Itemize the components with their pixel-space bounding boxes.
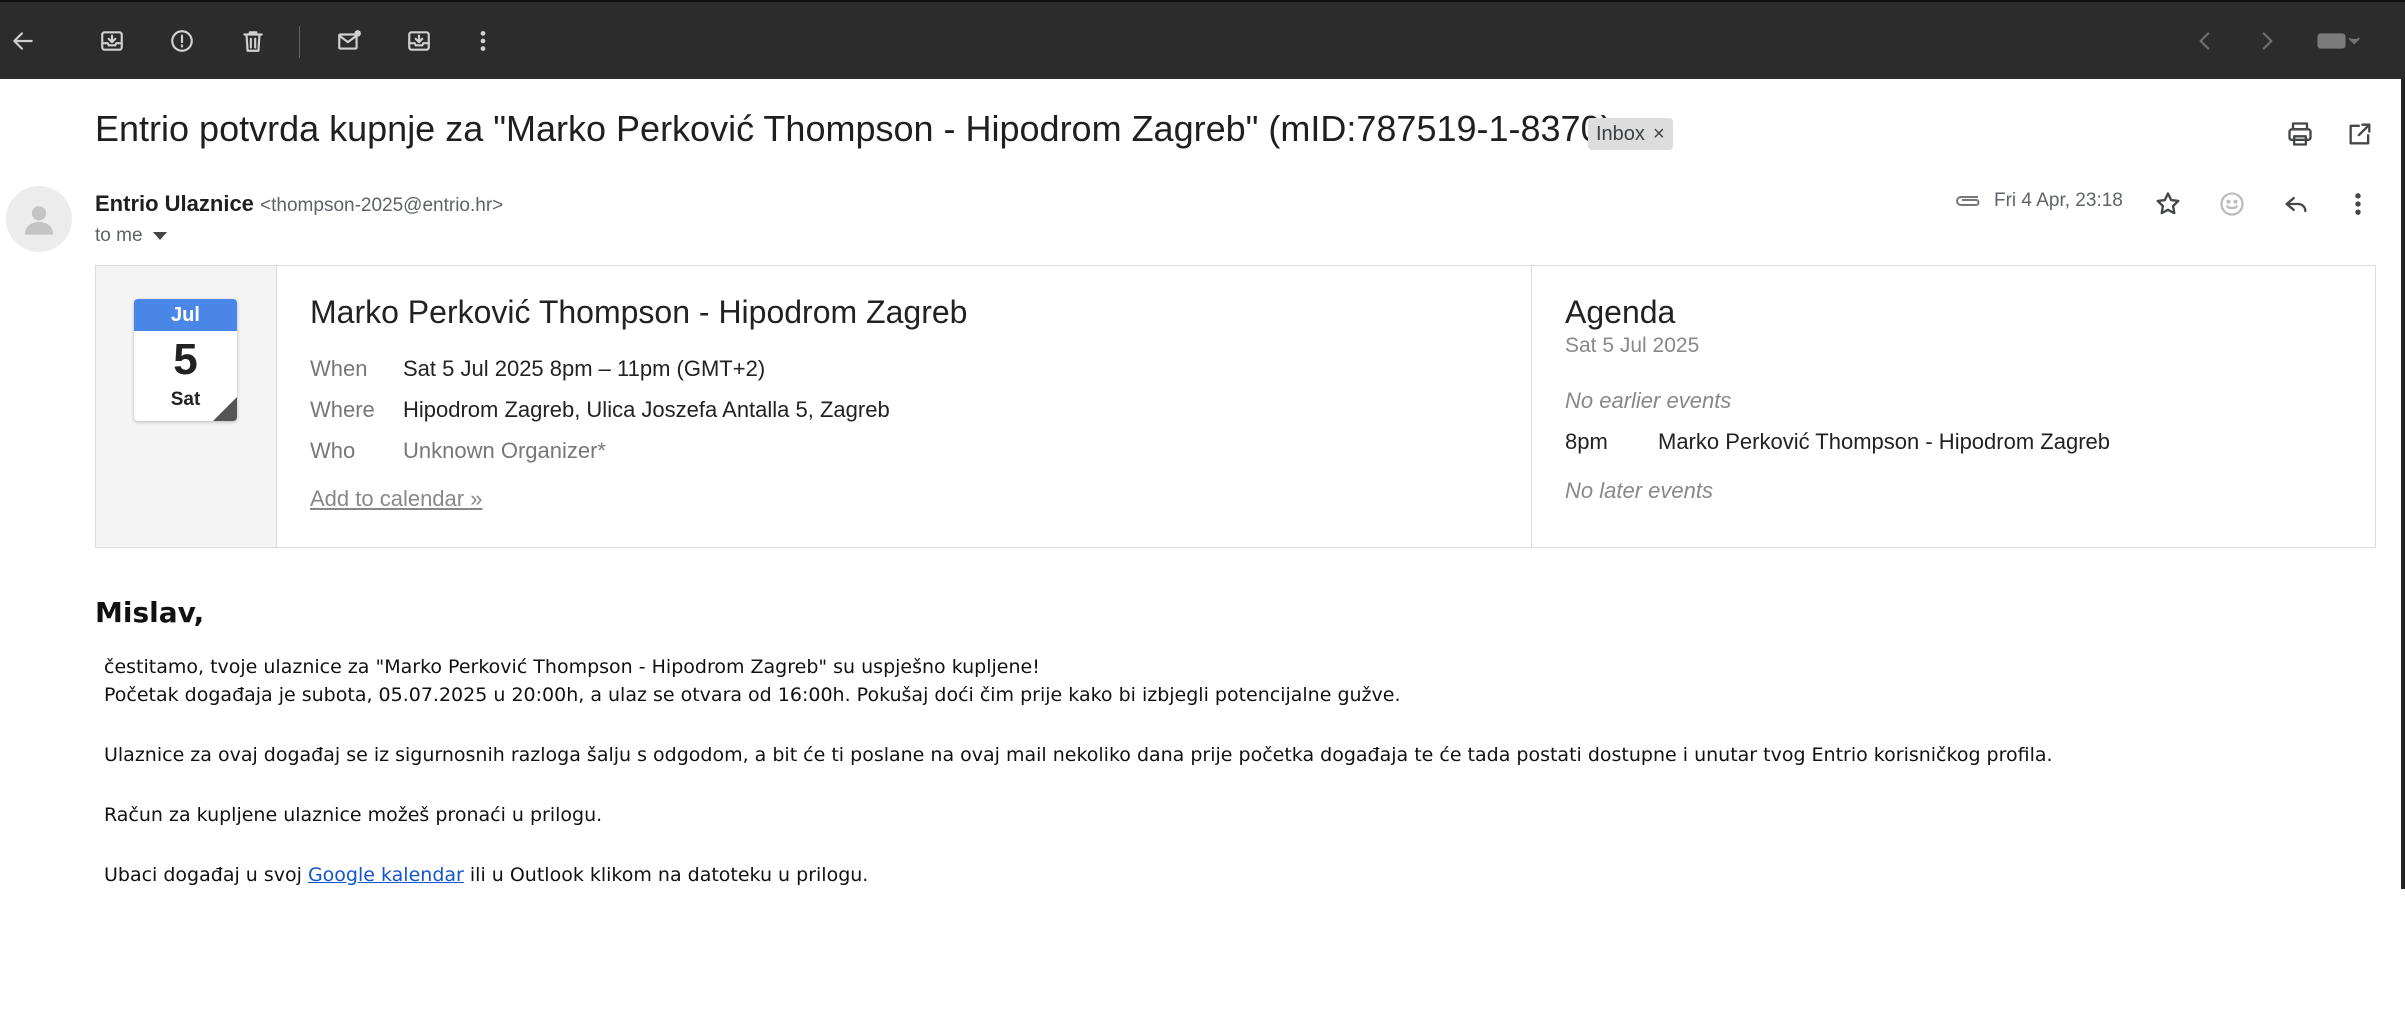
- mark-unread-icon[interactable]: [332, 24, 366, 58]
- body-paragraph-2: Početak događaja je subota, 05.07.2025 u…: [104, 684, 1401, 706]
- email-greeting: Mislav,: [95, 596, 205, 629]
- no-later-events: No later events: [1565, 478, 1713, 503]
- next-icon[interactable]: [2250, 24, 2284, 58]
- inbox-label-chip[interactable]: Inbox ×: [1588, 118, 1673, 150]
- event-who-row: Who Unknown Organizer*: [310, 438, 606, 464]
- google-calendar-link[interactable]: Google kalendar: [308, 864, 464, 886]
- body-paragraph-5: Ubaci događaj u svoj Google kalendar ili…: [104, 864, 868, 886]
- add-to-calendar-link[interactable]: Add to calendar »: [310, 486, 482, 512]
- avatar[interactable]: [6, 186, 72, 252]
- page-fold-icon: [213, 397, 237, 421]
- who-value: Unknown Organizer*: [403, 438, 606, 463]
- remove-label-icon[interactable]: ×: [1653, 123, 1665, 146]
- print-icon[interactable]: [2282, 116, 2318, 152]
- back-arrow-icon[interactable]: [6, 24, 40, 58]
- toolbar-divider: [299, 26, 300, 58]
- email-date-area: Fri 4 Apr, 23:18: [1952, 190, 2123, 212]
- body-text: Ubaci događaj u svoj: [104, 864, 308, 886]
- chevron-down-icon[interactable]: [152, 232, 167, 240]
- email-date: Fri 4 Apr, 23:18: [1994, 190, 2123, 211]
- sender-email: <thompson-2025@entrio.hr>: [260, 195, 504, 216]
- recipient-label: to me: [95, 225, 143, 246]
- archive-icon[interactable]: [95, 24, 129, 58]
- prev-icon[interactable]: [2188, 24, 2222, 58]
- no-earlier-events: No earlier events: [1565, 388, 1732, 413]
- more-options-icon[interactable]: [2340, 186, 2376, 222]
- star-icon[interactable]: [2150, 186, 2186, 222]
- event-when-row: When Sat 5 Jul 2025 8pm – 11pm (GMT+2): [310, 356, 765, 382]
- move-to-icon[interactable]: [402, 24, 436, 58]
- who-label: Who: [310, 438, 356, 463]
- delete-icon[interactable]: [236, 24, 270, 58]
- agenda-title: Agenda: [1565, 294, 1676, 330]
- email-toolbar: [0, 0, 2405, 79]
- calendar-month: Jul: [134, 299, 237, 331]
- body-text: ili u Outlook klikom na datoteku u prilo…: [463, 864, 869, 886]
- calendar-day: 5: [173, 335, 198, 384]
- scrollbar[interactable]: [2401, 79, 2405, 889]
- agenda-panel: Agenda Sat 5 Jul 2025 No earlier events …: [1532, 266, 2375, 547]
- reply-icon[interactable]: [2278, 186, 2314, 222]
- keyboard-icon[interactable]: [2308, 24, 2368, 58]
- body-paragraph-3: Ulaznice za ovaj događaj se iz sigurnosn…: [104, 744, 2053, 766]
- attachment-icon: [1956, 196, 1980, 206]
- agenda-event-time: 8pm: [1565, 429, 1608, 454]
- agenda-event-title: Marko Perković Thompson - Hipodrom Zagre…: [1658, 429, 2110, 454]
- event-title: Marko Perković Thompson - Hipodrom Zagre…: [310, 294, 968, 330]
- agenda-event[interactable]: 8pm Marko Perković Thompson - Hipodrom Za…: [1565, 429, 2110, 455]
- calendar-invite-card: Jul 5 Sat Marko Perković Thompson - Hipo…: [95, 265, 2376, 548]
- recipient-details[interactable]: to me: [95, 225, 167, 247]
- email-subject: Entrio potvrda kupnje za "Marko Perković…: [95, 108, 1613, 149]
- event-details: Marko Perković Thompson - Hipodrom Zagre…: [277, 266, 1532, 547]
- where-value: Hipodrom Zagreb, Ulica Joszefa Antalla 5…: [403, 397, 890, 422]
- body-paragraph-4: Račun za kupljene ulaznice možeš pronaći…: [104, 804, 603, 826]
- more-vertical-icon[interactable]: [466, 24, 500, 58]
- sender-name[interactable]: Entrio Ulaznice: [95, 191, 254, 216]
- when-value: Sat 5 Jul 2025 8pm – 11pm (GMT+2): [403, 356, 766, 381]
- event-where-row: Where Hipodrom Zagreb, Ulica Joszefa Anta…: [310, 397, 890, 423]
- calendar-date-icon: Jul 5 Sat: [134, 299, 237, 421]
- calendar-icon-panel: Jul 5 Sat: [96, 266, 277, 547]
- inbox-label-text: Inbox: [1596, 122, 1645, 145]
- open-new-window-icon[interactable]: [2342, 116, 2378, 152]
- report-spam-icon[interactable]: [165, 24, 199, 58]
- body-paragraph-1: čestitamo, tvoje ulaznice za "Marko Perk…: [104, 656, 1040, 678]
- when-label: When: [310, 356, 368, 381]
- sender-info[interactable]: Entrio Ulaznice <thompson-2025@entrio.hr…: [95, 191, 503, 217]
- emoji-react-icon[interactable]: [2214, 186, 2250, 222]
- agenda-date: Sat 5 Jul 2025: [1565, 334, 1700, 357]
- where-label: Where: [310, 397, 375, 422]
